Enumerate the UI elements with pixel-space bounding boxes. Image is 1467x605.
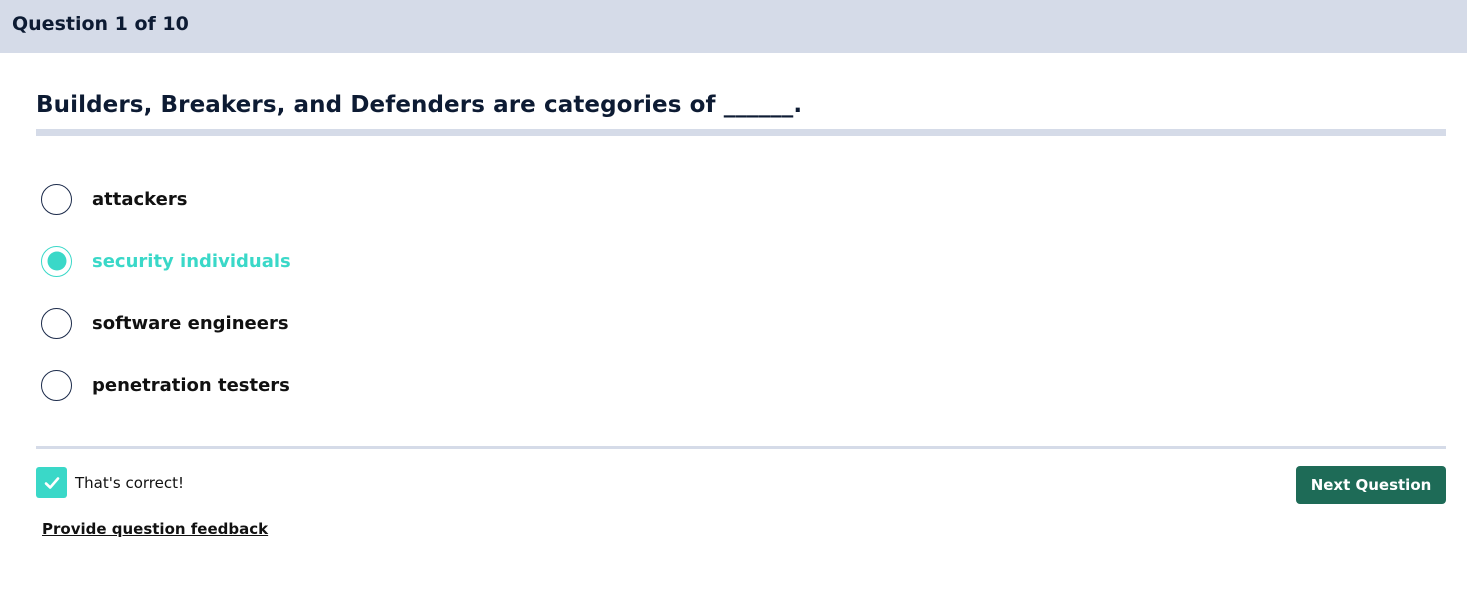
option-label: attackers [92,188,188,210]
option-security-individuals[interactable]: security individuals [41,245,541,277]
option-software-engineers[interactable]: software engineers [41,307,541,339]
question-text: Builders, Breakers, and Defenders are ca… [36,92,803,118]
radio-button-selected[interactable] [41,245,72,277]
result-text: That's correct! [75,473,184,492]
question-divider [36,129,1446,136]
footer-divider [36,446,1446,449]
check-icon [36,467,67,498]
question-counter: Question 1 of 10 [12,13,189,35]
quiz-header: Question 1 of 10 [0,0,1467,53]
radio-button[interactable] [41,307,72,339]
radio-button[interactable] [41,369,72,401]
next-question-button[interactable]: Next Question [1296,466,1446,504]
result-status: That's correct! [36,467,184,498]
option-label: security individuals [92,250,291,272]
option-label: penetration testers [92,374,290,396]
option-penetration-testers[interactable]: penetration testers [41,369,541,401]
option-attackers[interactable]: attackers [41,183,541,215]
radio-button[interactable] [41,183,72,215]
provide-feedback-link[interactable]: Provide question feedback [42,520,268,538]
option-label: software engineers [92,312,289,334]
